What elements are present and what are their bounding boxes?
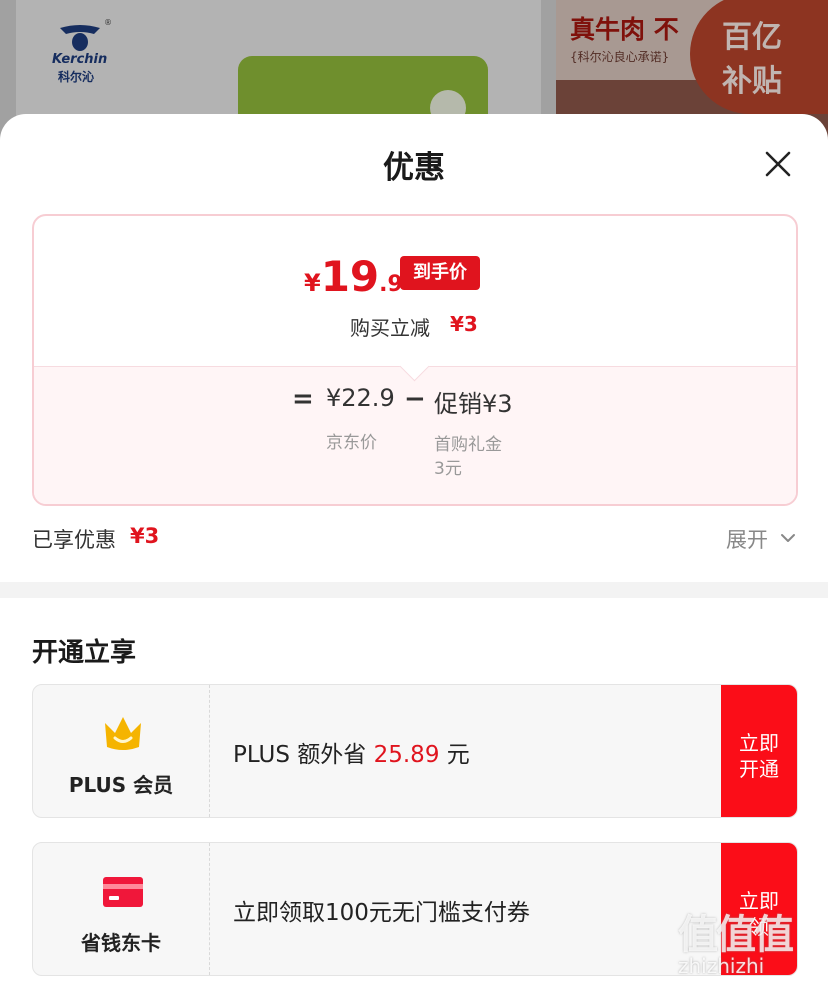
crown-icon [105,717,141,750]
minus-sign: − [404,384,426,414]
equals-sign: = [292,384,314,414]
jd-price: ¥22.9 [326,384,395,412]
reduce-label: 购买立减 [350,316,430,340]
sheet-title: 优惠 [383,150,445,186]
promo-sub-amount: 3元 [434,459,462,479]
plus-offer-prefix: PLUS 额外省 [233,742,374,768]
card-left-panel: PLUS 会员 [33,685,210,817]
close-icon[interactable] [758,144,798,184]
activate-plus-button[interactable]: 立即 开通 [721,685,797,817]
price-breakdown-box: ¥19.9 到手价 购买立减 ¥3 = ¥22.9 京东价 − 促销¥3 首购礼… [32,214,798,506]
final-price-badge: 到手价 [400,256,480,290]
plus-offer-amount: 25.89 [373,742,440,768]
card-left-panel: 省钱东卡 [33,843,210,975]
section-divider [0,582,828,598]
plus-offer-text: PLUS 额外省 25.89 元 [233,735,470,769]
plus-name: PLUS 会员 [68,773,174,797]
activate-plus-line2: 开通 [739,757,779,781]
final-price-integer: 19 [320,252,380,301]
section-title: 开通立享 [32,638,137,668]
expand-label: 展开 [726,528,768,552]
watermark-cn: 值值值 [678,912,794,958]
expand-button[interactable]: 展开 [700,522,800,556]
enjoyed-discount-label: 已享优惠 [32,528,116,552]
chevron-down-icon [781,534,795,542]
enjoyed-discount-amount: ¥3 [130,524,160,548]
plus-membership-card[interactable]: PLUS 会员 PLUS 额外省 25.89 元 立即 开通 [32,684,798,818]
activate-plus-line1: 立即 [739,731,779,755]
final-price-currency: ¥ [304,269,321,297]
savings-card-name: 省钱东卡 [81,931,161,955]
discount-sheet: 优惠 ¥19.9 到手价 购买立减 ¥3 = ¥22.9 京东价 − 促销¥3 … [0,114,828,986]
savings-offer-text: 立即领取100元无门槛支付券 [233,900,530,926]
promo-amount: 促销¥3 [434,390,513,418]
jd-price-label: 京东价 [326,433,377,453]
reduce-amount: ¥3 [450,312,478,336]
watermark-en: zhizhizhi [678,954,765,978]
site-watermark: 值值值 zhizhizhi [678,902,828,986]
final-price: ¥19.9 [304,252,403,301]
card-icon [103,877,143,907]
plus-offer-suffix: 元 [439,742,470,768]
promo-description: 首购礼金 [434,435,502,455]
